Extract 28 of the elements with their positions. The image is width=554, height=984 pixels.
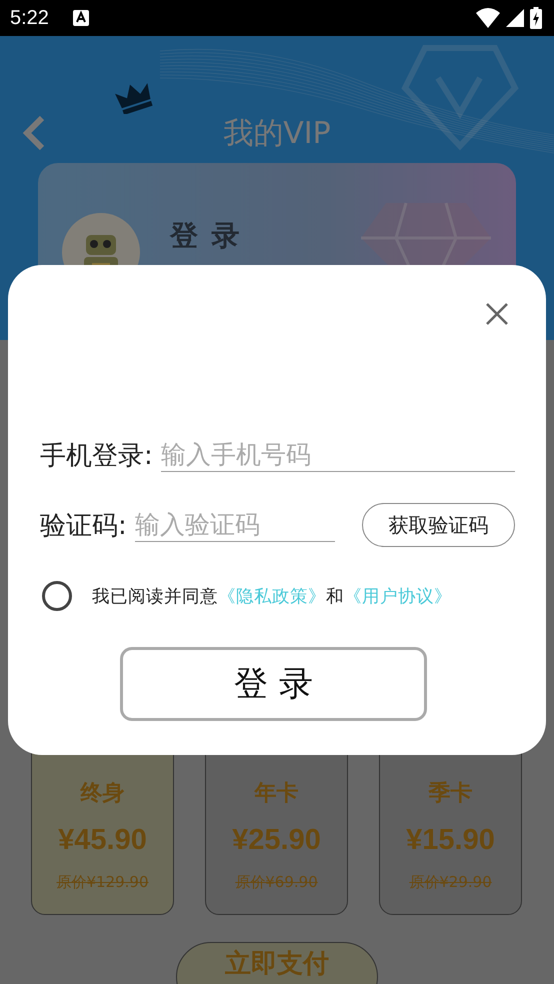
plan-name: 终身 bbox=[80, 780, 124, 808]
plan-price: ¥15.90 bbox=[406, 824, 495, 857]
get-code-button[interactable]: 获取验证码 bbox=[362, 503, 515, 547]
policy-link[interactable]: 《隐私政策》 bbox=[218, 587, 326, 607]
plan-name: 季卡 bbox=[428, 780, 472, 808]
original-price: 原价¥29.90 bbox=[409, 873, 492, 892]
input-field[interactable]: 输入验证码 bbox=[134, 508, 335, 542]
original-price: 原价¥129.90 bbox=[56, 873, 149, 892]
signal-icon bbox=[506, 9, 524, 27]
plan-price: ¥45.90 bbox=[58, 824, 147, 857]
login-title[interactable]: 登 录 bbox=[170, 217, 242, 255]
clock-time: 5:22 bbox=[10, 6, 49, 30]
input-field[interactable]: 输入手机号码 bbox=[160, 438, 515, 472]
battery-icon bbox=[530, 7, 542, 29]
plan-price: ¥25.90 bbox=[232, 824, 321, 857]
original-price: 原价¥69.90 bbox=[235, 873, 318, 892]
policy-link[interactable]: 《用户协议》 bbox=[344, 587, 452, 607]
agreement-checkbox[interactable] bbox=[42, 581, 72, 611]
field-label: 验证码: bbox=[40, 510, 127, 542]
page-title: 我的VIP bbox=[223, 114, 331, 152]
plan-name: 年卡 bbox=[254, 780, 298, 808]
agreement-text: 我已阅读并同意《隐私政策》和《用户协议》 bbox=[92, 586, 452, 608]
keyboard-notification-icon bbox=[72, 10, 89, 26]
close-icon[interactable] bbox=[485, 302, 509, 326]
wifi-icon bbox=[476, 8, 500, 28]
pay-button[interactable]: 立即支付 bbox=[176, 942, 378, 984]
login-button[interactable]: 登 录 bbox=[120, 647, 427, 721]
field-label: 手机登录: bbox=[40, 440, 153, 472]
